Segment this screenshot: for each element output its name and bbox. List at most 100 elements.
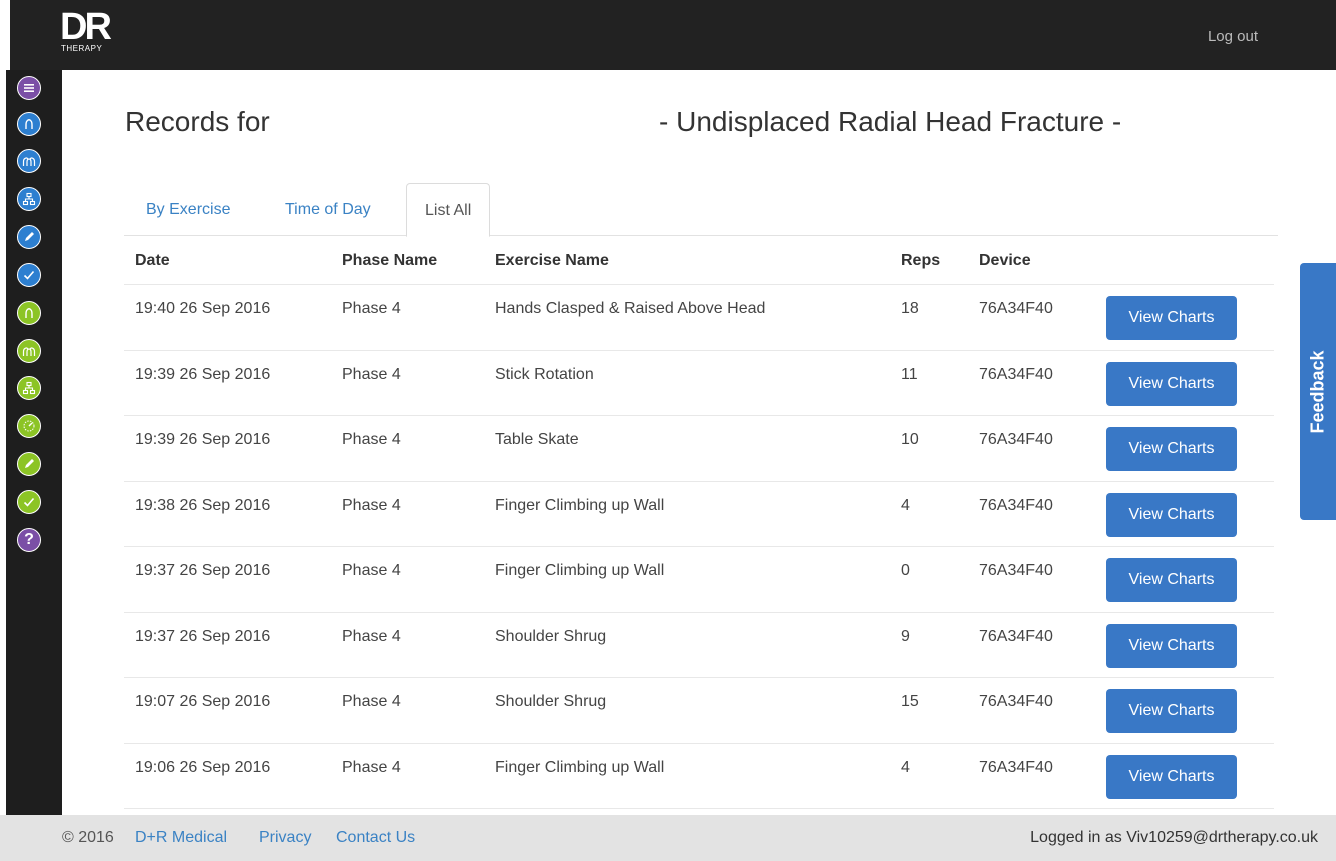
view-charts-button[interactable]: View Charts: [1106, 492, 1237, 537]
cell-reps: 4: [901, 496, 910, 514]
footer-link-privacy[interactable]: Privacy: [259, 815, 311, 861]
person-icon: [22, 306, 36, 320]
table-row: 19:39 26 Sep 2016 Phase 4 Table Skate 10 76A…: [124, 416, 1274, 482]
logout-link[interactable]: Log out: [1208, 28, 1258, 45]
sidebar-item-13[interactable]: ?: [17, 528, 41, 552]
sidebar-item-8[interactable]: [17, 339, 41, 363]
feedback-tab[interactable]: Feedback: [1300, 263, 1336, 520]
check-icon: [22, 495, 36, 509]
tab-by-exercise[interactable]: By Exercise: [146, 183, 230, 236]
cell-exercise-name: Shoulder Shrug: [495, 693, 607, 710]
table-row: 19:07 26 Sep 2016 Phase 4 Shoulder Shrug 15…: [124, 678, 1274, 744]
sidebar: ?: [0, 70, 62, 815]
cell-date: 19:39 26 Sep 2016: [135, 365, 271, 383]
cell-device: 76A34F40: [979, 562, 1053, 579]
view-charts-button[interactable]: View Charts: [1106, 689, 1237, 733]
view-charts-button[interactable]: View Charts: [1106, 623, 1237, 668]
header-reps: Reps: [901, 252, 941, 269]
cell-reps: 18: [901, 300, 919, 317]
cell-device: 76A34F40: [979, 431, 1053, 448]
people-icon: [22, 154, 36, 168]
logo-sub-text: THERAPY: [61, 44, 103, 53]
table-row: 19:38 26 Sep 2016 Phase 4 Finger Climbing …: [124, 482, 1274, 547]
cell-exercise-name: Finger Climbing up Wall: [495, 496, 665, 514]
view-charts-button[interactable]: View Charts: [1106, 296, 1237, 340]
cell-reps: 0: [901, 562, 910, 579]
table-row: 19:37 26 Sep 2016 Phase 4 Shoulder Shrug 9 7…: [124, 613, 1274, 678]
footer-link-contact-us[interactable]: Contact Us: [336, 815, 415, 861]
sidebar-nav: ?: [6, 70, 62, 815]
sidebar-item-10[interactable]: [17, 414, 41, 438]
cell-exercise-name: Hands Clasped & Raised Above Head: [495, 300, 766, 317]
table-body: 19:40 26 Sep 2016 Phase 4 Hands Clasped & …: [124, 285, 1274, 809]
cell-reps: 9: [901, 627, 910, 645]
table-header-row: Date Phase Name Exercise Name Reps Devic…: [124, 237, 1274, 285]
cell-phase-name: Phase 4: [342, 365, 401, 383]
help-icon: ?: [24, 531, 34, 548]
main-content: Records for - Undisplaced Radial Head Fr…: [62, 70, 1336, 815]
records-table: Date Phase Name Exercise Name Reps Devic…: [124, 237, 1274, 809]
table-row: 19:06 26 Sep 2016 Phase 4 Finger Climbing …: [124, 744, 1274, 809]
cell-exercise-name: Finger Climbing up Wall: [495, 562, 665, 579]
tab-time-of-day[interactable]: Time of Day: [285, 183, 371, 236]
cell-reps: 11: [901, 365, 918, 383]
people-icon: [22, 344, 36, 358]
cell-phase-name: Phase 4: [342, 562, 401, 579]
sidebar-item-2[interactable]: [17, 112, 41, 136]
dr-therapy-logo[interactable]: DR THERAPY: [60, 8, 122, 64]
view-charts-button[interactable]: View Charts: [1106, 558, 1237, 602]
cell-exercise-name: Shoulder Shrug: [495, 627, 607, 645]
feedback-label: Feedback: [1307, 349, 1328, 434]
sidebar-item-4[interactable]: [17, 187, 41, 211]
view-charts-button[interactable]: View Charts: [1106, 427, 1237, 471]
cell-device: 76A34F40: [979, 496, 1053, 514]
cell-date: 19:37 26 Sep 2016: [135, 627, 271, 645]
cell-phase-name: Phase 4: [342, 693, 401, 710]
cell-device: 76A34F40: [979, 627, 1053, 645]
gauge-icon: [22, 419, 36, 433]
condition-title: - Undisplaced Radial Head Fracture -: [659, 106, 1122, 137]
cell-phase-name: Phase 4: [342, 496, 401, 514]
header-exercise-name: Exercise Name: [495, 252, 609, 269]
sidebar-item-3[interactable]: [17, 149, 41, 173]
sidebar-item-9[interactable]: [17, 376, 41, 400]
sidebar-item-5[interactable]: [17, 225, 41, 249]
footer-link-dr-medical[interactable]: D+R Medical: [135, 815, 227, 861]
footer-copyright: © 2016: [62, 829, 114, 846]
person-icon: [22, 117, 36, 131]
cell-date: 19:07 26 Sep 2016: [135, 693, 271, 710]
cell-date: 19:40 26 Sep 2016: [135, 300, 271, 317]
view-tabs: By Exercise Time of Day List All: [124, 183, 1278, 237]
header-phase-name: Phase Name: [342, 252, 438, 269]
pencil-icon: [22, 230, 36, 244]
pencil-icon: [22, 457, 36, 471]
cell-reps: 4: [901, 758, 910, 776]
cell-phase-name: Phase 4: [342, 300, 401, 317]
logged-in-status: Logged in as Viv10259@drtherapy.co.uk: [1030, 829, 1318, 846]
menu-icon: [22, 81, 36, 95]
cell-phase-name: Phase 4: [342, 627, 401, 645]
cell-phase-name: Phase 4: [342, 431, 401, 448]
top-left-strip: [0, 0, 10, 70]
sidebar-item-11[interactable]: [17, 452, 41, 476]
cell-date: 19:06 26 Sep 2016: [135, 758, 271, 776]
sidebar-item-6[interactable]: [17, 263, 41, 287]
cell-device: 76A34F40: [979, 758, 1053, 776]
cell-exercise-name: Table Skate: [495, 431, 579, 448]
cell-date: 19:39 26 Sep 2016: [135, 431, 271, 448]
view-charts-button[interactable]: View Charts: [1106, 754, 1237, 799]
cell-date: 19:37 26 Sep 2016: [135, 562, 271, 579]
cell-reps: 10: [901, 431, 919, 448]
cell-exercise-name: Stick Rotation: [495, 365, 594, 383]
view-charts-button[interactable]: View Charts: [1106, 361, 1237, 406]
table-row: 19:39 26 Sep 2016 Phase 4 Stick Rotation 11…: [124, 351, 1274, 416]
sidebar-item-7[interactable]: [17, 301, 41, 325]
sidebar-item-1[interactable]: [17, 76, 41, 100]
cell-device: 76A34F40: [979, 300, 1053, 317]
table-row: 19:37 26 Sep 2016 Phase 4 Finger Climbing …: [124, 547, 1274, 613]
hierarchy-icon: [22, 381, 36, 395]
check-icon: [22, 268, 36, 282]
tab-list-all[interactable]: List All: [406, 183, 491, 237]
cell-date: 19:38 26 Sep 2016: [135, 496, 271, 514]
sidebar-item-12[interactable]: [17, 490, 41, 514]
